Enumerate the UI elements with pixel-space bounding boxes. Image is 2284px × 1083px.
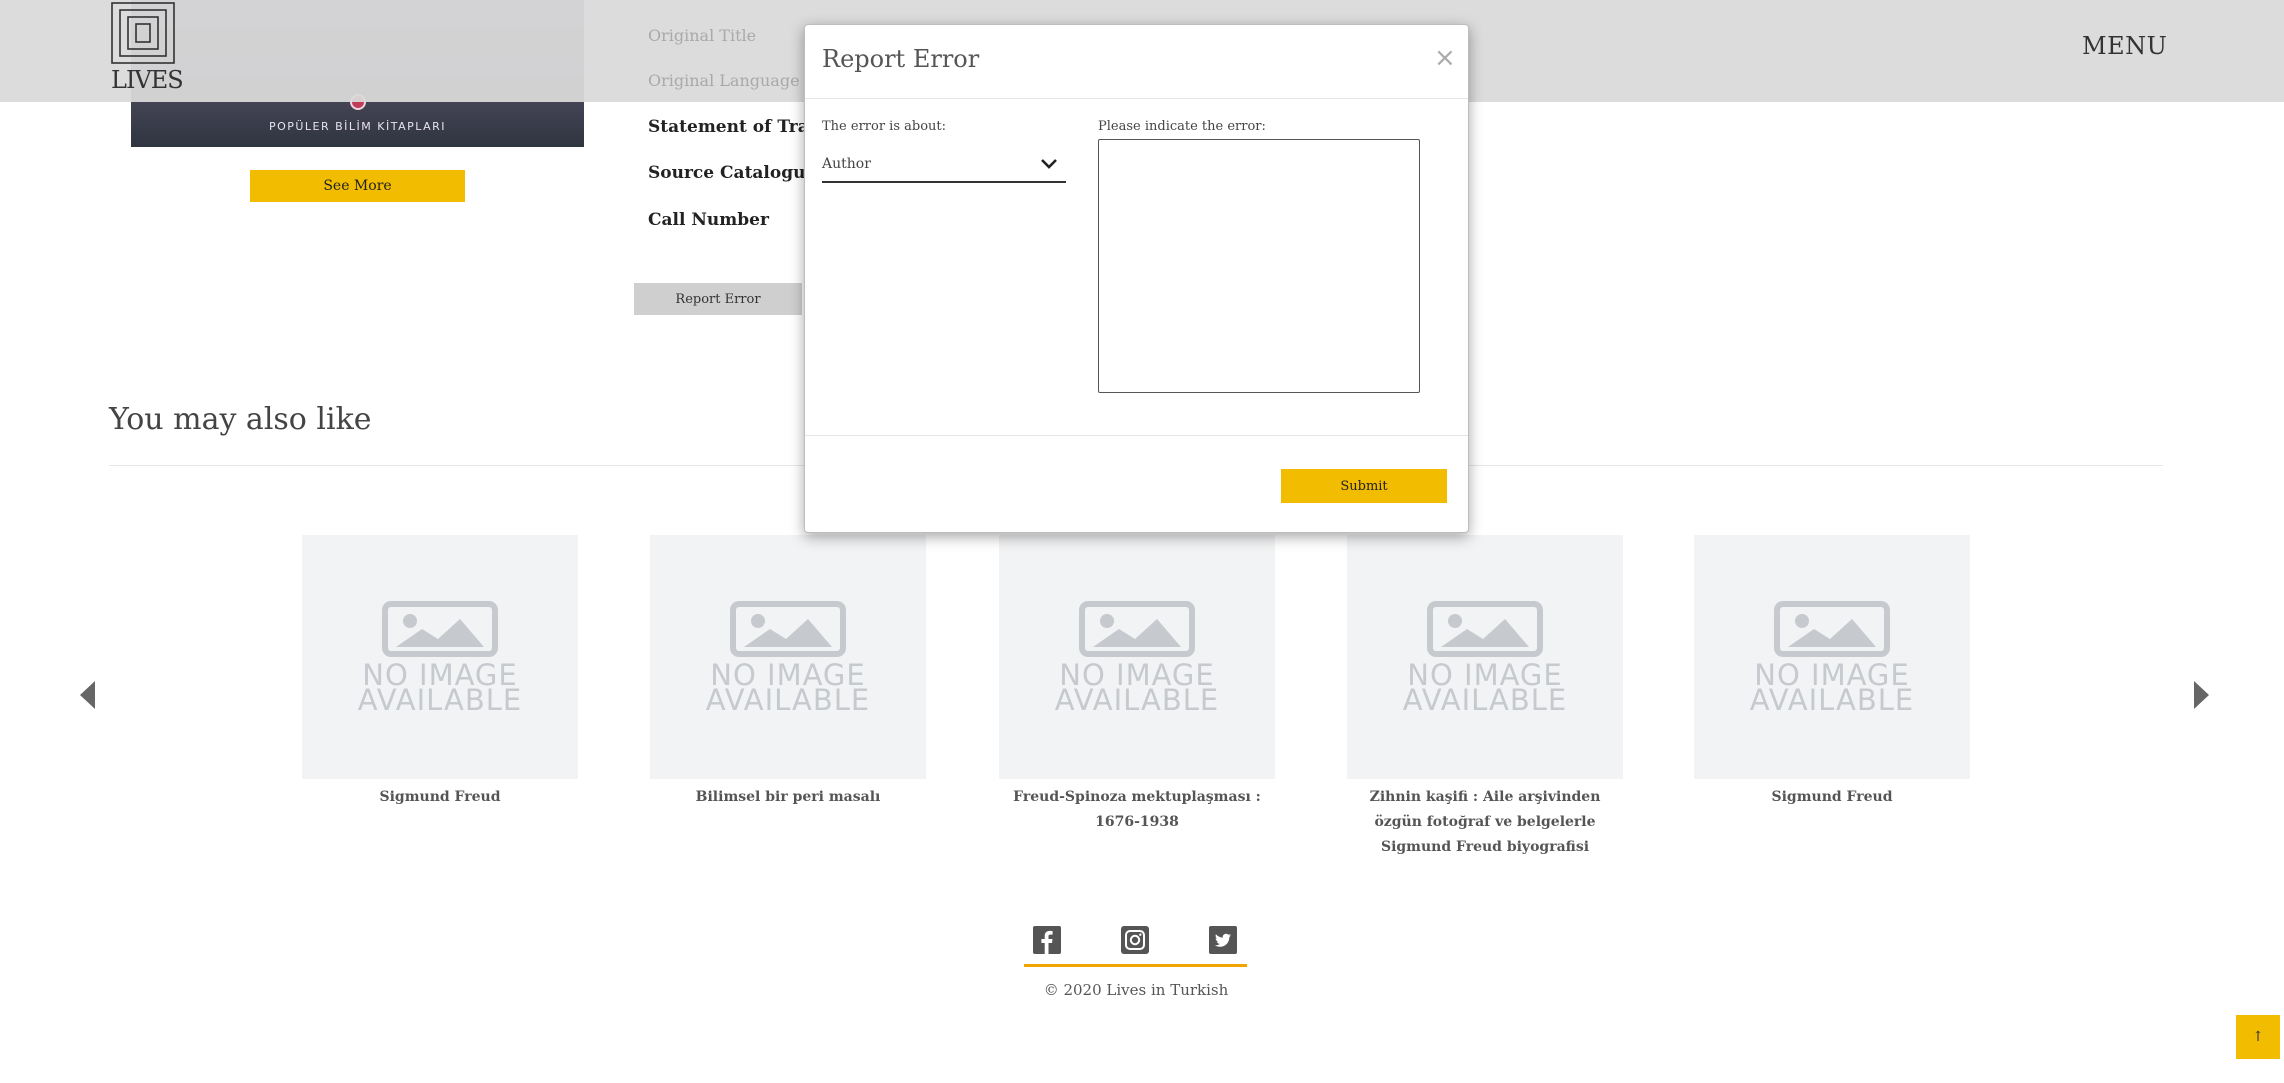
modal-footer-divider [805,435,1468,436]
field-source-catalogue: Source Catalogue [648,163,817,183]
related-card-caption[interactable]: Bilimsel bir peri masalı [650,785,926,810]
no-image-placeholder: NO IMAGE AVAILABLE [1347,535,1623,779]
twitter-icon[interactable] [1209,926,1237,954]
close-icon[interactable]: × [1434,43,1456,73]
menu-button[interactable]: MENU [2082,32,2167,60]
related-card-caption[interactable]: Zihnin kaşifi : Aile arşivinden özgün fo… [1347,785,1623,860]
error-about-label: The error is about: [822,119,947,134]
field-original-language: Original Language [648,71,800,90]
error-description-textarea[interactable] [1098,139,1420,393]
related-card[interactable]: NO IMAGE AVAILABLE Sigmund Freud [302,535,578,810]
report-error-modal: Report Error × The error is about: Autho… [804,24,1469,533]
image-placeholder-icon [730,601,846,657]
no-image-line2: AVAILABLE [705,683,871,717]
footer-accent-rule [1024,964,1247,967]
logo-text[interactable]: LIVES [111,66,184,94]
copyright-text: © 2020 Lives in Turkish [1043,981,1229,999]
no-image-line2: AVAILABLE [1054,683,1220,717]
no-image-line2: AVAILABLE [1402,683,1568,717]
error-about-value: Author [822,156,871,172]
submit-button[interactable]: Submit [1281,469,1447,503]
image-placeholder-icon [1774,601,1890,657]
related-card[interactable]: NO IMAGE AVAILABLE Zihnin kaşifi : Aile a… [1347,535,1623,860]
related-card-caption[interactable]: Sigmund Freud [1694,785,1970,810]
instagram-icon[interactable] [1121,926,1149,954]
cover-series-text: POPÜLER BİLİM KİTAPLARI [268,120,447,133]
no-image-line2: AVAILABLE [357,683,523,717]
image-placeholder-icon [382,601,498,657]
error-about-select[interactable]: Author [822,147,1066,183]
no-image-placeholder: NO IMAGE AVAILABLE [999,535,1275,779]
related-card[interactable]: NO IMAGE AVAILABLE Freud-Spinoza mektupla… [999,535,1275,835]
indicate-error-label: Please indicate the error: [1098,119,1266,134]
related-card[interactable]: NO IMAGE AVAILABLE Bilimsel bir peri masa… [650,535,926,810]
field-original-title: Original Title [648,26,757,45]
carousel-prev-arrow-icon[interactable] [80,681,95,709]
no-image-line2: AVAILABLE [1749,683,1915,717]
see-more-button[interactable]: See More [250,170,465,202]
image-placeholder-icon [1079,601,1195,657]
no-image-placeholder: NO IMAGE AVAILABLE [1694,535,1970,779]
back-to-top-button[interactable]: ↑ [2236,1015,2280,1059]
field-call-number: Call Number [648,210,769,230]
related-card-caption[interactable]: Freud-Spinoza mektuplaşması : 1676-1938 [999,785,1275,835]
image-placeholder-icon [1427,601,1543,657]
no-image-placeholder: NO IMAGE AVAILABLE [302,535,578,779]
facebook-icon[interactable] [1033,926,1061,954]
modal-title: Report Error [822,45,980,73]
carousel-next-arrow-icon[interactable] [2194,681,2209,709]
related-card[interactable]: NO IMAGE AVAILABLE Sigmund Freud [1694,535,1970,810]
related-card-caption[interactable]: Sigmund Freud [302,785,578,810]
no-image-placeholder: NO IMAGE AVAILABLE [650,535,926,779]
chevron-down-icon [1041,159,1057,169]
modal-header-divider [805,98,1468,99]
you-may-also-like-title: You may also like [109,402,372,437]
logo-mark-icon[interactable] [111,2,175,68]
report-error-button[interactable]: Report Error [634,283,802,315]
